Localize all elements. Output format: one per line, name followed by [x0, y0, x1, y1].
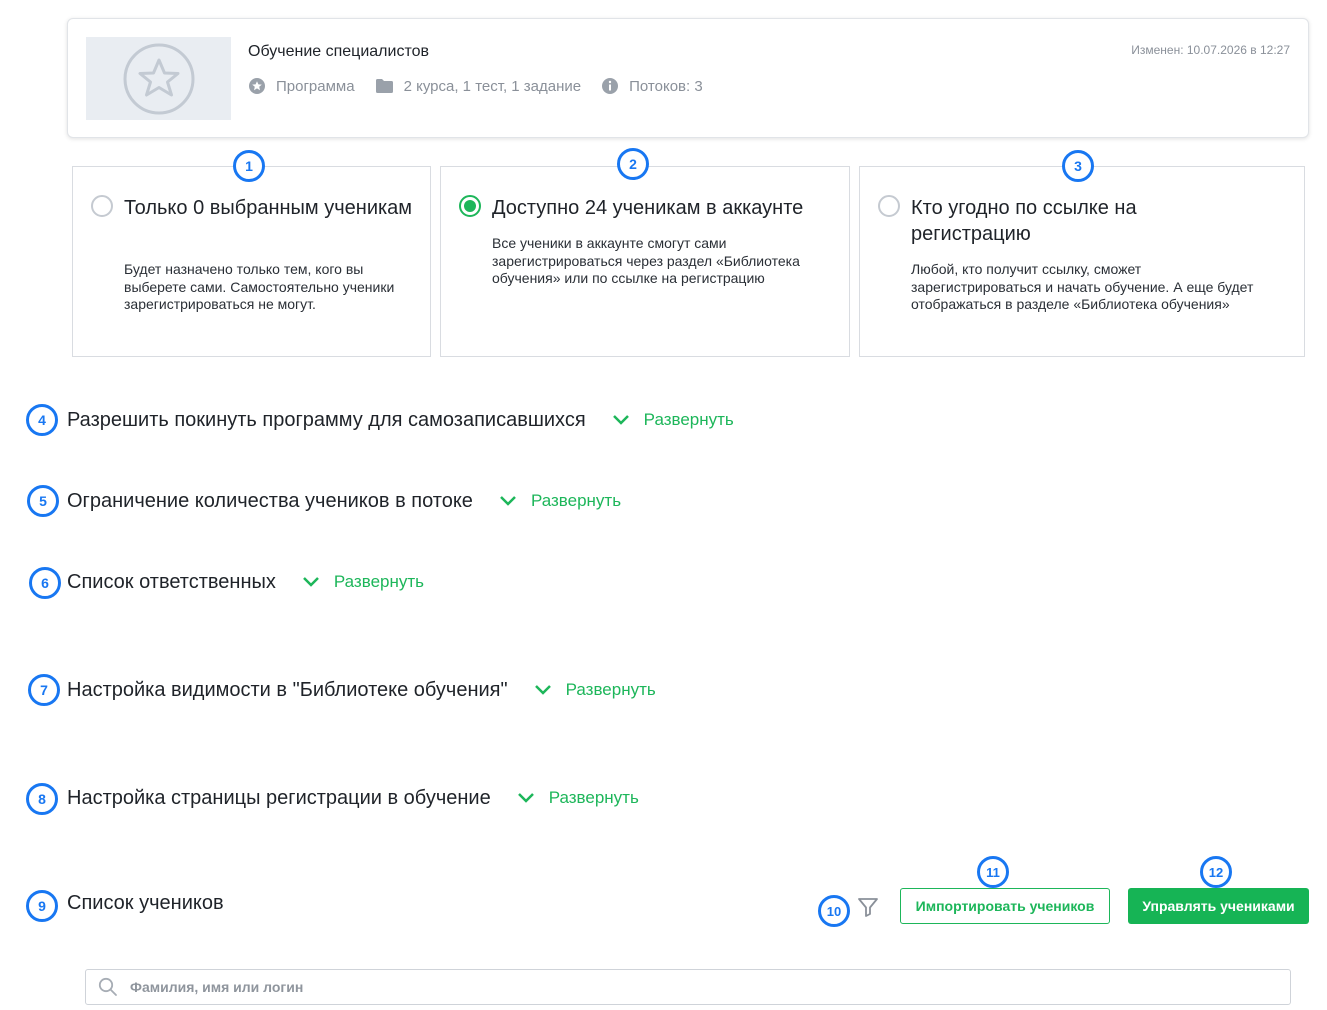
option-title: Кто угодно по ссылке на регистрацию [911, 197, 1137, 245]
chevron-down-icon [517, 793, 534, 803]
access-option-link[interactable]: Кто угодно по ссылке на регистрацию Любо… [859, 166, 1305, 357]
section-title: Настройка видимости в "Библиотеке обучен… [67, 678, 508, 701]
radio-link[interactable] [878, 195, 900, 217]
option-description: Все ученики в аккаунте смогут сами зарег… [492, 235, 800, 286]
expand-button[interactable]: Развернуть [499, 491, 621, 511]
expand-button[interactable]: Развернуть [517, 788, 639, 808]
radio-account[interactable] [459, 195, 481, 217]
filter-icon[interactable] [856, 895, 880, 919]
marker-badge: 7 [28, 674, 60, 706]
meta-streams: Потоков: 3 [601, 77, 703, 95]
marker-badge: 11 [977, 856, 1009, 888]
marker-badge: 6 [29, 567, 61, 599]
section-responsibles: Список ответственных Развернуть [67, 567, 424, 597]
chevron-down-icon [303, 577, 319, 587]
section-title: Список учеников [67, 891, 224, 914]
marker-badge: 8 [26, 783, 58, 815]
program-card: Обучение специалистов Изменен: 10.07.202… [67, 18, 1309, 138]
section-title: Настройка страницы регистрации в обучени… [67, 786, 491, 809]
program-meta: Программа 2 курса, 1 тест, 1 задание Пот… [248, 77, 723, 95]
expand-label: Развернуть [530, 491, 622, 510]
marker-badge: 10 [818, 895, 850, 927]
import-students-button[interactable]: Импортировать учеников [900, 888, 1110, 924]
radio-selected-only[interactable] [91, 195, 113, 217]
meta-type: Программа [248, 77, 355, 95]
meta-content-label: 2 курса, 1 тест, 1 задание [403, 77, 582, 95]
marker-badge: 9 [26, 890, 58, 922]
expand-label: Развернуть [333, 572, 425, 591]
marker-badge: 1 [233, 150, 265, 182]
meta-streams-label: Потоков: 3 [629, 77, 703, 95]
option-title: Доступно 24 ученикам в аккаунте [492, 197, 804, 219]
section-title: Разрешить покинуть программу для самозап… [67, 408, 586, 431]
section-title: Список ответственных [67, 570, 276, 593]
section-students-list: Список учеников [67, 888, 224, 918]
marker-badge: 4 [26, 404, 58, 436]
marker-badge: 5 [27, 485, 59, 517]
expand-button[interactable]: Развернуть [612, 410, 734, 430]
expand-label: Развернуть [565, 680, 656, 699]
marker-badge: 12 [1200, 856, 1232, 888]
student-search [85, 969, 1291, 1005]
search-input[interactable] [130, 970, 1290, 1004]
manage-students-button[interactable]: Управлять учениками [1128, 888, 1309, 924]
expand-button[interactable]: Развернуть [302, 572, 424, 592]
modified-date: Изменен: 10.07.2026 в 12:27 [1131, 43, 1290, 57]
star-icon [123, 43, 194, 114]
section-registration-page: Настройка страницы регистрации в обучени… [67, 783, 639, 813]
chevron-down-icon [612, 415, 629, 425]
section-leave-program: Разрешить покинуть программу для самозап… [67, 405, 734, 435]
expand-label: Развернуть [548, 788, 639, 807]
option-description: Любой, кто получит ссылку, сможет зареги… [911, 261, 1254, 312]
expand-button[interactable]: Развернуть [534, 680, 656, 700]
folder-icon [375, 79, 393, 93]
meta-type-label: Программа [276, 77, 355, 95]
search-icon [98, 977, 117, 996]
access-option-account[interactable]: Доступно 24 ученикам в аккаунте Все учен… [440, 166, 850, 357]
section-library-visibility: Настройка видимости в "Библиотеке обучен… [67, 675, 656, 705]
marker-badge: 3 [1062, 150, 1094, 182]
chevron-down-icon [500, 496, 516, 506]
program-title: Обучение специалистов [248, 43, 429, 60]
info-icon [602, 78, 619, 94]
option-description: Будет назначено только тем, кого вы выбе… [124, 261, 395, 312]
program-thumbnail [86, 37, 231, 120]
option-title: Только 0 выбранным ученикам [124, 197, 413, 219]
section-stream-limit: Ограничение количества учеников в потоке… [67, 486, 621, 516]
star-icon [249, 78, 265, 94]
marker-badge: 2 [617, 148, 649, 180]
expand-label: Развернуть [643, 410, 734, 429]
access-option-selected-only[interactable]: Только 0 выбранным ученикам Будет назнач… [72, 166, 431, 357]
section-title: Ограничение количества учеников в потоке [67, 489, 473, 512]
meta-content: 2 курса, 1 тест, 1 задание [375, 77, 582, 95]
chevron-down-icon [534, 685, 551, 695]
